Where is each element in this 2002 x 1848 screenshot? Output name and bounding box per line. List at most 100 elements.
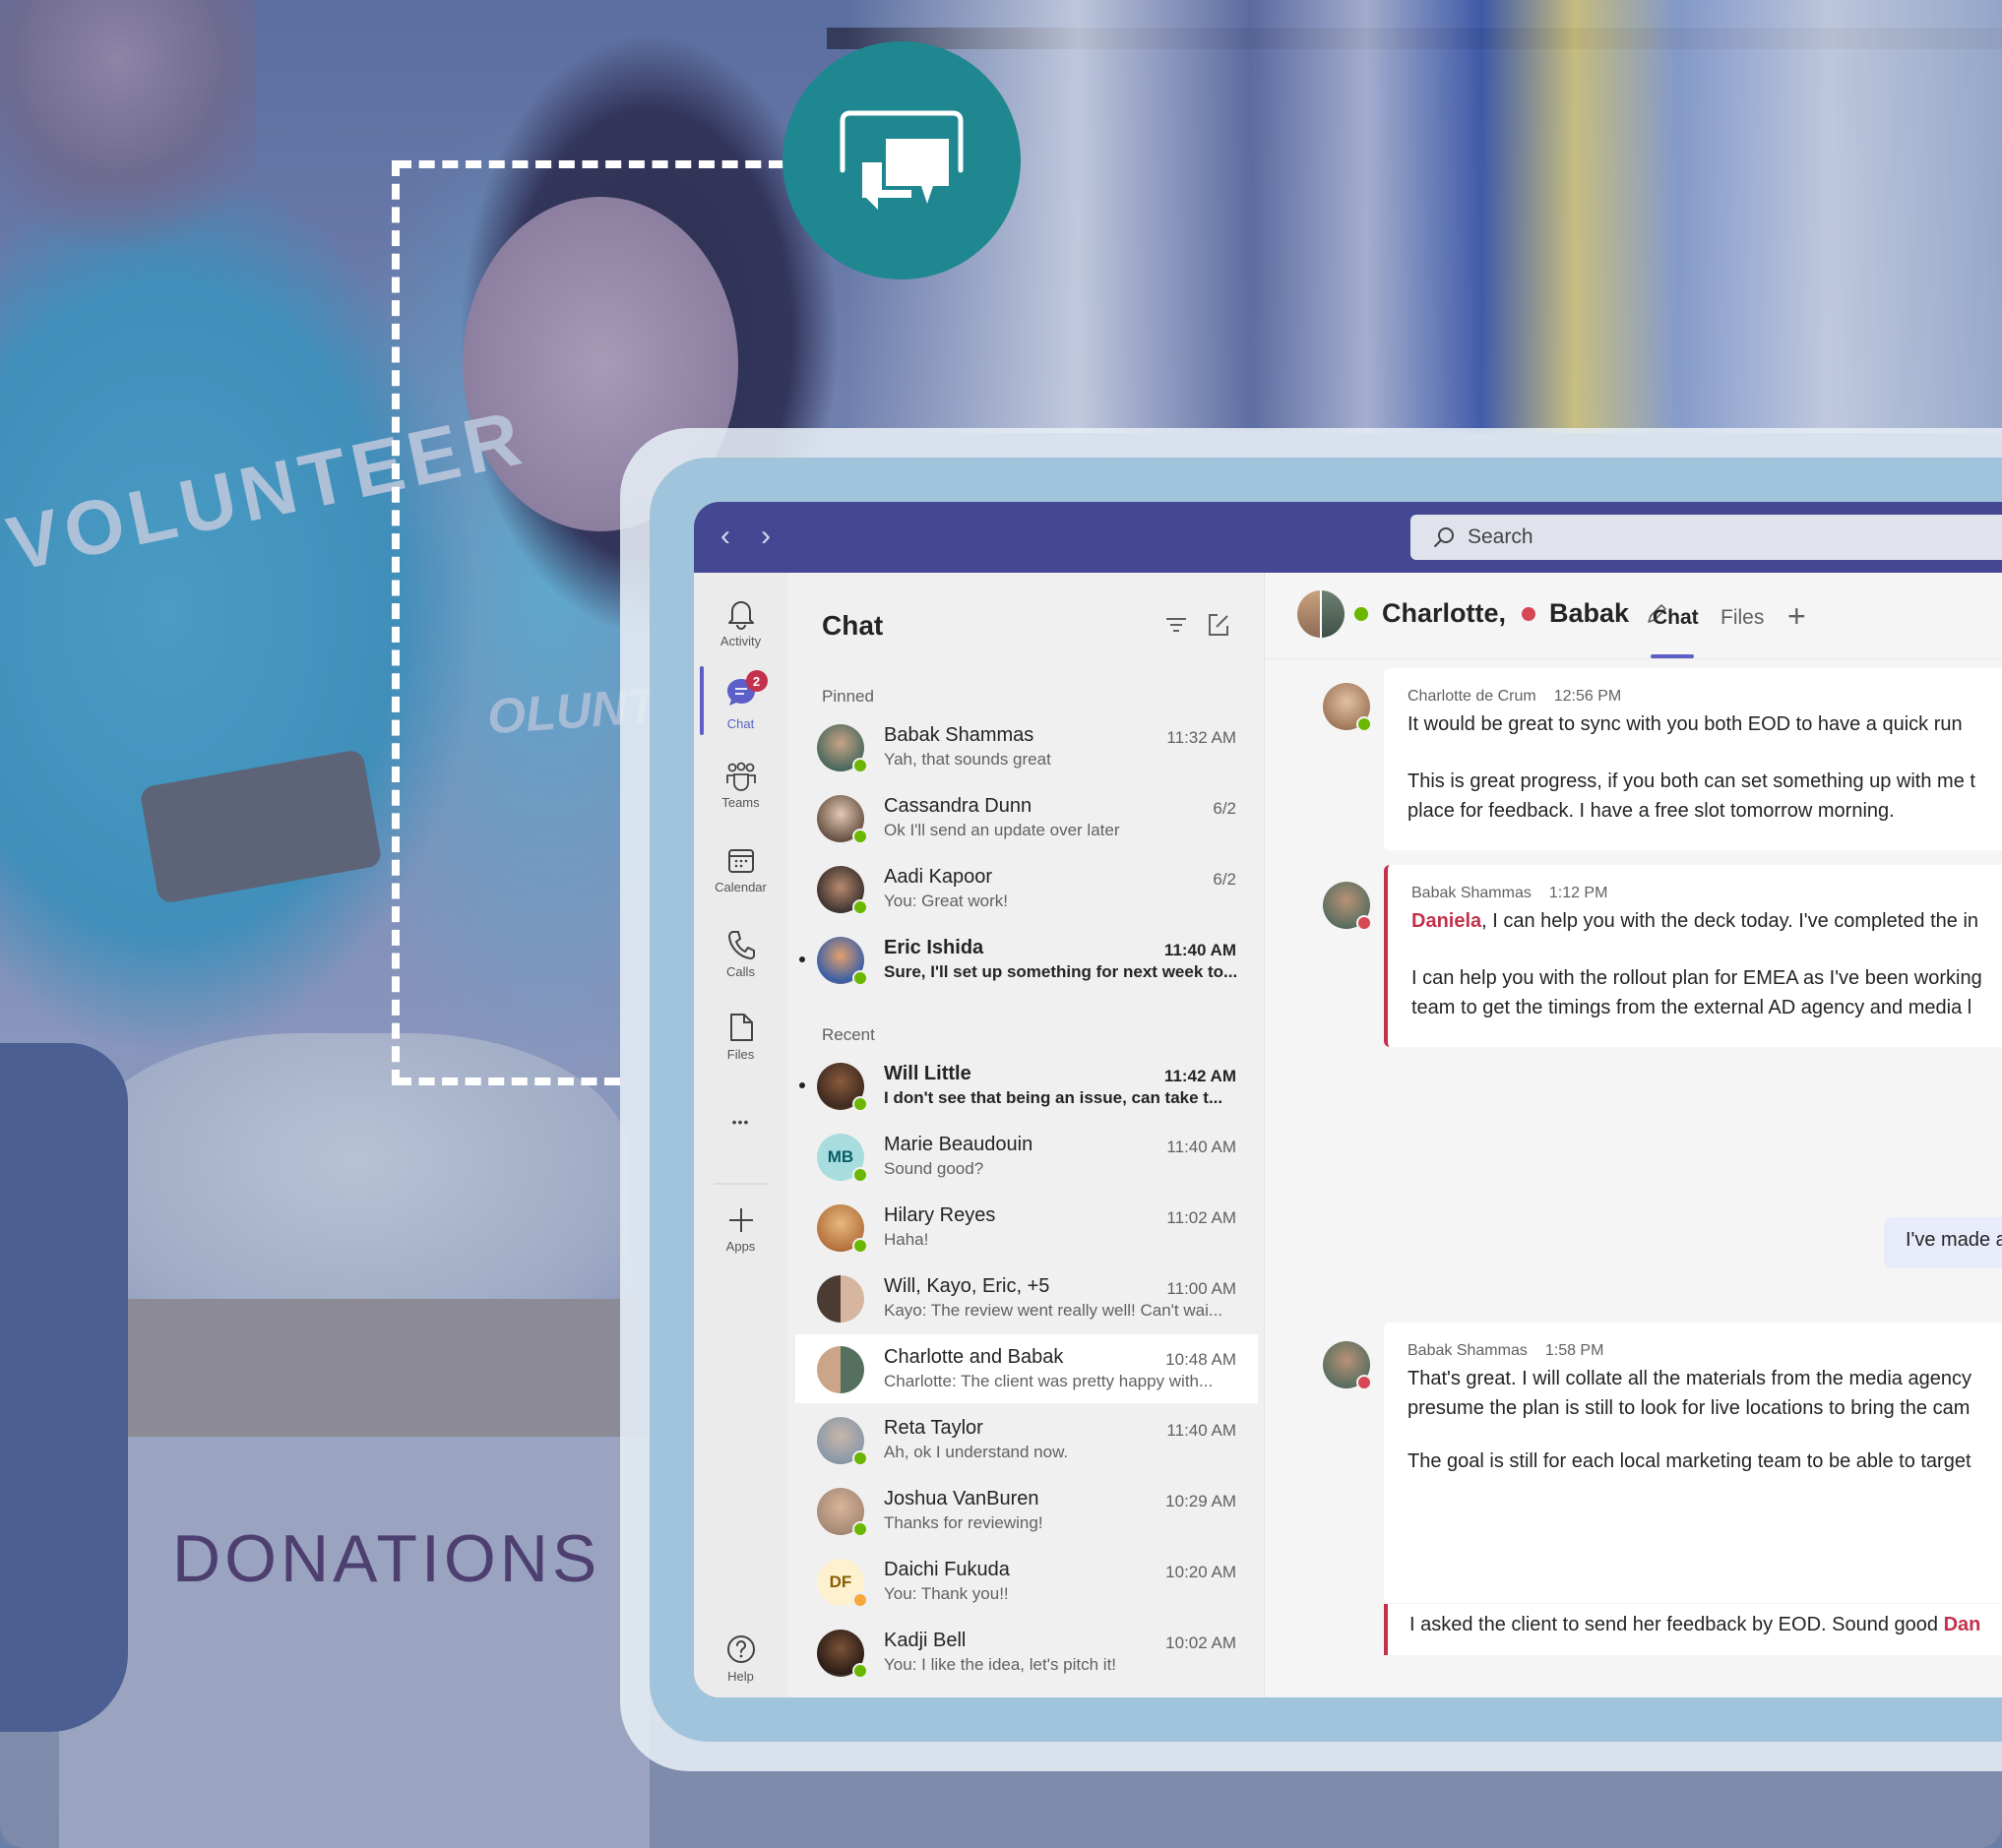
conversation-title[interactable]: Charlotte, Babak (1354, 598, 1668, 629)
chat-list-title: Chat (822, 610, 884, 641)
blue-garment (0, 1043, 128, 1732)
chat-list-item[interactable]: Babak Shammas Yah, that sounds great 11:32… (795, 712, 1258, 781)
message-meta: Babak Shammas 1:58 PM (1408, 1342, 2002, 1360)
chat-time: 11:32 AM (1166, 728, 1236, 747)
message-time: 12:56 PM (1553, 688, 1622, 705)
chat-list-item[interactable]: Aadi Kapoor You: Great work! 6/2 (795, 854, 1258, 923)
chat-name: Daichi Fukuda (884, 1559, 1010, 1580)
message-text: It would be great to sync with you both … (1408, 713, 1963, 735)
message-text: I can help you with the rollout plan for… (1411, 967, 1982, 989)
presence-avail-icon (852, 1096, 868, 1112)
chat-preview: You: Great work! (884, 892, 1008, 910)
message-babak: Babak Shammas 1:58 PM That's great. I wil… (1384, 1323, 2002, 1603)
chat-name: Babak Shammas (884, 724, 1034, 746)
chat-preview: Thanks for reviewing! (884, 1513, 1043, 1532)
message-text: This is great progress, if you both can … (1408, 770, 1975, 792)
chat-list-item[interactable]: Eric Ishida Sure, I'll set up something f… (795, 925, 1258, 994)
presence-available-icon (1354, 606, 1368, 621)
filter-icon (1166, 618, 1186, 632)
message-followup: I asked the client to send her feedback … (1384, 1604, 2002, 1655)
chat-time: 11:40 AM (1166, 1421, 1236, 1440)
unread-dot-icon (799, 956, 805, 962)
tab-chat[interactable]: Chat (1653, 606, 1699, 630)
message-author: Charlotte de Crum (1408, 688, 1536, 705)
chat-list-item[interactable]: Will Little I don't see that being an iss… (795, 1051, 1258, 1120)
mention-daniela[interactable]: Dan (1944, 1614, 1981, 1635)
rail-item-calls[interactable]: Calls (694, 929, 787, 979)
chat-name: Eric Ishida (884, 937, 984, 958)
chat-list-item[interactable]: DF Daichi Fukuda You: Thank you!! 10:20 AM (795, 1547, 1258, 1616)
phone-icon (727, 931, 755, 959)
recent-section-label: Recent (822, 1025, 875, 1044)
rail-more-button[interactable]: ••• (694, 1114, 787, 1130)
chat-list-item[interactable]: Hilary Reyes Haha! 11:02 AM (795, 1193, 1258, 1262)
chat-list-item[interactable]: Joshua VanBuren Thanks for reviewing! 10:2… (795, 1476, 1258, 1545)
mention-daniela[interactable]: Daniela (1411, 910, 1481, 932)
active-tab-underline (1651, 654, 1694, 658)
donation-box (59, 1437, 650, 1848)
back-button[interactable]: ‹ (711, 520, 740, 553)
tab-files[interactable]: Files (1720, 606, 1764, 630)
search-placeholder: Search (1468, 525, 1533, 548)
rail-label: Files (726, 1047, 755, 1062)
rail-label: Help (727, 1669, 754, 1684)
presence-available-icon (1356, 716, 1372, 732)
chat-name: Kadji Bell (884, 1630, 967, 1651)
message-text: presume the plan is still to look for li… (1408, 1397, 1971, 1419)
chat-time: 10:02 AM (1165, 1633, 1236, 1652)
rail-item-calendar[interactable]: Calendar (694, 846, 787, 894)
bell-icon (727, 601, 754, 630)
message-author: Babak Shammas (1408, 1342, 1528, 1359)
chat-preview: Sound good? (884, 1159, 984, 1178)
chat-name: Reta Taylor (884, 1417, 983, 1439)
message-charlotte: Charlotte de Crum 12:56 PM It would be gr… (1384, 668, 2002, 850)
callout-dash-top (396, 160, 784, 168)
message-text: team to get the timings from the externa… (1411, 997, 1972, 1018)
rail-item-activity[interactable]: Activity (694, 598, 787, 648)
add-tab-button[interactable]: + (1787, 598, 1806, 635)
forward-button[interactable]: › (751, 520, 781, 553)
teams-window: ‹ › Search Activity 2 Chat Teams Calenda… (694, 502, 2002, 1697)
chat-list-item[interactable]: Will, Kayo, Eric, +5 Kayo: The review wen… (795, 1263, 1258, 1332)
chat-time: 10:29 AM (1165, 1492, 1236, 1510)
tablet-device (139, 748, 383, 905)
rail-item-help[interactable]: Help (694, 1633, 787, 1684)
message-author: Babak Shammas (1411, 885, 1532, 901)
filter-button[interactable] (1163, 612, 1189, 638)
pinned-section-label: Pinned (822, 687, 874, 706)
avatar (817, 1346, 864, 1393)
chat-time: 11:02 AM (1166, 1208, 1236, 1227)
chat-time: 10:48 AM (1165, 1350, 1236, 1369)
chat-name: Will, Kayo, Eric, +5 (884, 1275, 1050, 1297)
chat-preview: Kayo: The review went really well! Can't… (884, 1301, 1223, 1320)
chat-time: 11:00 AM (1166, 1279, 1236, 1298)
presence-busy-icon (1356, 915, 1372, 931)
presence-avail-icon (852, 1663, 868, 1679)
rail-label: Activity (719, 634, 762, 648)
chat-list-item[interactable]: Kadji Bell You: I like the idea, let's pi… (795, 1618, 1258, 1687)
rail-label: Calls (726, 964, 755, 979)
my-message-bubble: I've made a (1884, 1217, 2002, 1268)
chat-name: Aadi Kapoor (884, 866, 993, 888)
more-icon: ••• (731, 1114, 750, 1130)
search-box[interactable]: Search (1410, 515, 2002, 560)
new-chat-button[interactable] (1206, 612, 1231, 638)
callout-dash-left (392, 160, 400, 1085)
rail-item-files[interactable]: Files (694, 1012, 787, 1062)
chat-preview: Charlotte: The client was pretty happy w… (884, 1372, 1214, 1390)
rail-item-apps[interactable]: Apps (694, 1205, 787, 1254)
chat-name: Will Little (884, 1063, 971, 1084)
chat-name: Charlotte and Babak (884, 1346, 1064, 1368)
chat-unread-badge: 2 (745, 670, 768, 692)
avatar (817, 1275, 864, 1323)
help-icon (726, 1635, 755, 1663)
chat-time: 11:42 AM (1163, 1067, 1236, 1085)
chat-list-item[interactable]: Reta Taylor Ah, ok I understand now. 11:40… (795, 1405, 1258, 1474)
chat-list-item[interactable]: MB Marie Beaudouin Sound good? 11:40 AM (795, 1122, 1258, 1191)
message-babak-mention: Babak Shammas 1:12 PM Daniela, I can help… (1384, 865, 2002, 1047)
chat-list-item[interactable]: Charlotte and Babak Charlotte: The client… (795, 1334, 1258, 1403)
rail-item-chat[interactable]: 2 Chat (694, 670, 787, 731)
rail-item-teams[interactable]: Teams (694, 762, 787, 810)
chat-list-item[interactable]: Cassandra Dunn Ok I'll send an update ove… (795, 783, 1258, 852)
message-text: The goal is still for each local marketi… (1408, 1450, 1971, 1472)
